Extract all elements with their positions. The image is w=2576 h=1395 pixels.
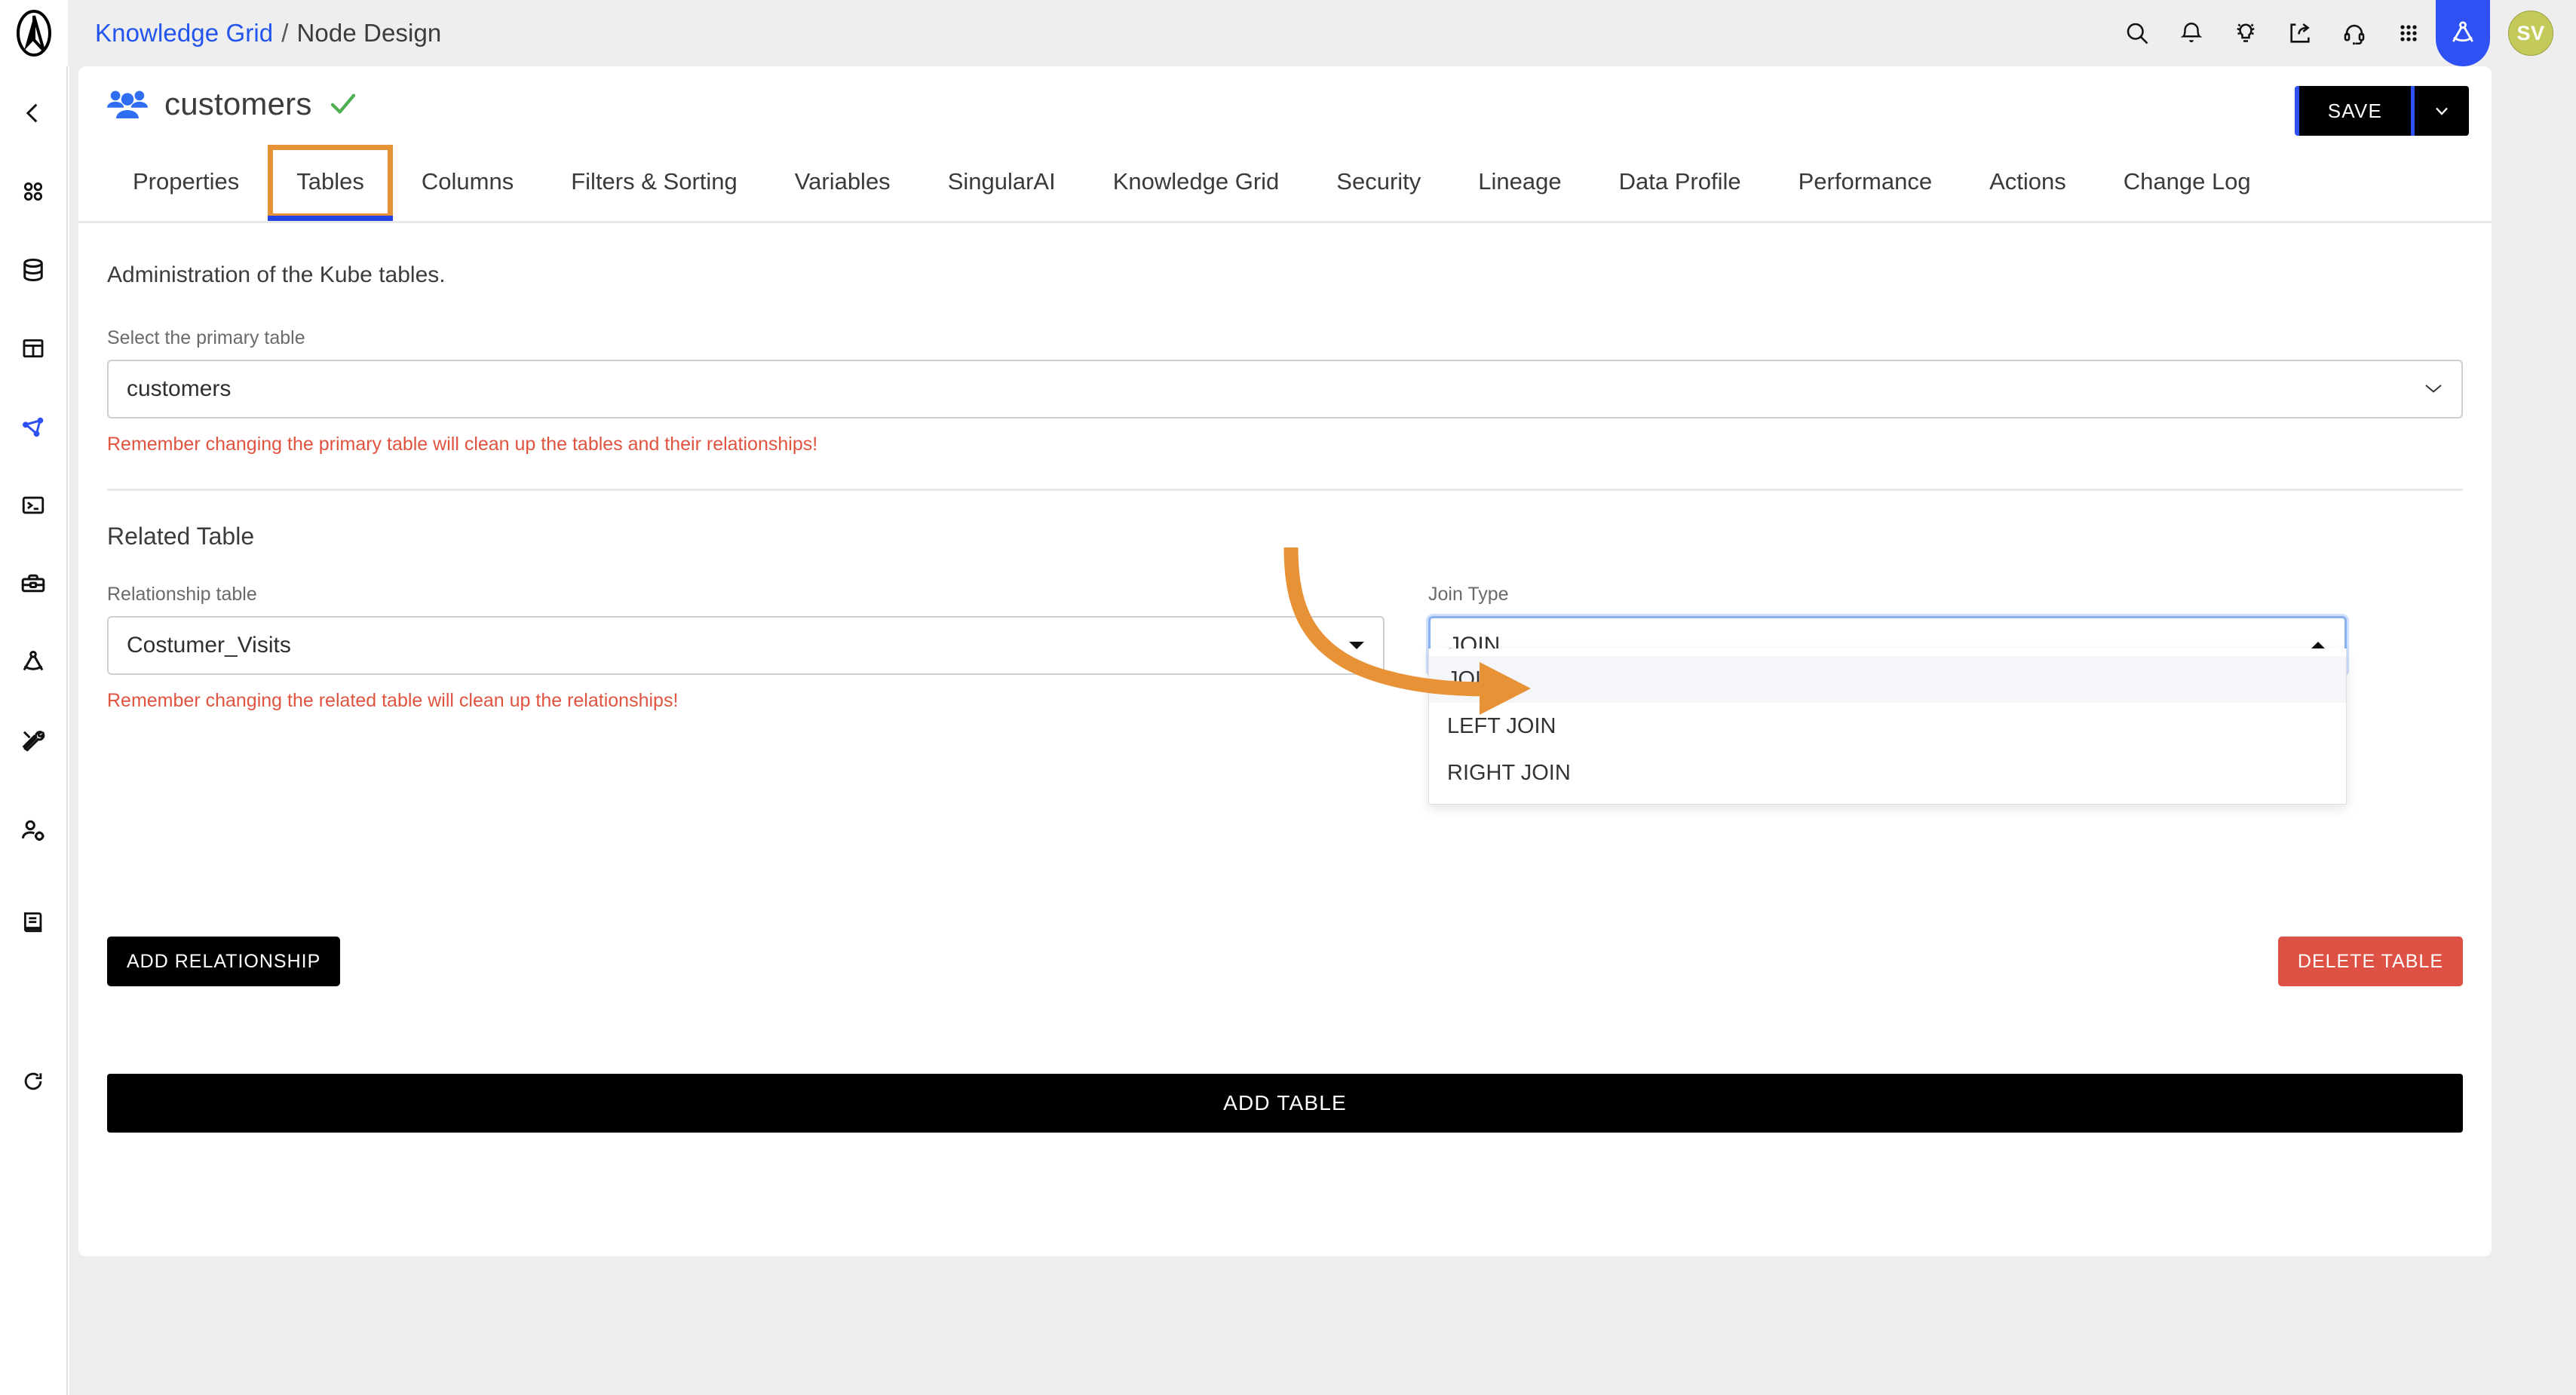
tools-icon[interactable] <box>0 712 67 769</box>
table-actions-row: ADD RELATIONSHIP DELETE TABLE <box>107 937 2463 989</box>
tab-variables[interactable]: Variables <box>766 141 919 222</box>
tab-properties[interactable]: Properties <box>104 141 268 222</box>
chevron-down-icon[interactable] <box>2424 379 2443 399</box>
save-button[interactable]: SAVE <box>2298 86 2411 136</box>
join-type-option-left-join[interactable]: LEFT JOIN <box>1429 703 2346 750</box>
relationship-table-field: Relationship table Costumer_Visits Remem… <box>107 584 1385 712</box>
toolbox-icon[interactable] <box>0 555 67 612</box>
tab-security[interactable]: Security <box>1308 141 1449 222</box>
tab-tables[interactable]: Tables <box>268 144 393 221</box>
database-icon[interactable] <box>0 241 67 299</box>
join-type-label: Join Type <box>1428 584 1509 605</box>
join-type-dropdown-list: JOIN LEFT JOIN RIGHT JOIN <box>1428 648 2347 805</box>
app-logo-icon[interactable] <box>0 0 68 66</box>
left-nav-rail <box>0 66 68 1395</box>
node-design-card: customers SAVE Properties Tables Columns… <box>78 66 2492 1256</box>
primary-table-label: Select the primary table <box>107 327 305 348</box>
support-headset-icon[interactable] <box>2327 0 2381 66</box>
search-icon[interactable] <box>2110 0 2164 66</box>
refresh-icon[interactable] <box>0 1053 67 1110</box>
tables-icon[interactable] <box>0 320 67 377</box>
dashboard-icon[interactable] <box>0 163 67 220</box>
tab-change-log[interactable]: Change Log <box>2095 141 2280 222</box>
collapse-sidebar-icon[interactable] <box>0 84 67 142</box>
panel-description: Administration of the Kube tables. <box>107 262 446 287</box>
related-table-title: Related Table <box>107 523 255 550</box>
add-table-button[interactable]: ADD TABLE <box>107 1074 2463 1133</box>
breadcrumb: Knowledge Grid / Node Design <box>95 19 441 48</box>
tab-data-profile[interactable]: Data Profile <box>1590 141 1770 222</box>
tables-panel: Administration of the Kube tables. Selec… <box>78 223 2492 1133</box>
delete-table-button[interactable]: DELETE TABLE <box>2277 937 2463 986</box>
share-export-icon[interactable] <box>2273 0 2327 66</box>
related-table-row: Relationship table Costumer_Visits Remem… <box>107 584 2463 805</box>
primary-table-select[interactable]: customers <box>107 360 2463 418</box>
join-type-field: Join Type JOIN JOIN LEFT JOIN RIGHT JOIN <box>1428 584 2347 805</box>
app-root: Knowledge Grid / Node Design SV customer… <box>0 0 2576 1395</box>
designer-compass-icon[interactable] <box>0 633 67 691</box>
avatar[interactable]: SV <box>2508 11 2553 56</box>
node-graph-icon[interactable] <box>0 398 67 455</box>
tab-columns[interactable]: Columns <box>393 141 542 222</box>
tab-performance[interactable]: Performance <box>1770 141 1961 222</box>
people-group-icon <box>107 88 148 120</box>
section-divider <box>107 489 2463 491</box>
tab-knowledge-grid[interactable]: Knowledge Grid <box>1084 141 1308 222</box>
chevron-down-icon[interactable] <box>2415 86 2469 136</box>
breadcrumb-root-link[interactable]: Knowledge Grid <box>95 19 273 48</box>
top-bar-actions: SV <box>2110 0 2576 66</box>
designer-compass-icon[interactable] <box>2436 0 2490 66</box>
relationship-table-warning: Remember changing the related table will… <box>107 690 679 711</box>
caret-down-icon[interactable] <box>1348 636 1365 655</box>
insights-lightbulb-icon[interactable] <box>2219 0 2273 66</box>
tab-filters-sorting[interactable]: Filters & Sorting <box>542 141 766 222</box>
breadcrumb-current: Node Design <box>296 19 442 47</box>
tab-singularai[interactable]: SingularAI <box>919 141 1084 222</box>
user-settings-icon[interactable] <box>0 802 67 860</box>
tab-bar: Properties Tables Columns Filters & Sort… <box>78 142 2492 223</box>
card-header: customers SAVE <box>78 66 2492 142</box>
notifications-bell-icon[interactable] <box>2164 0 2219 66</box>
page-title: customers <box>164 86 312 121</box>
relationship-table-select[interactable]: Costumer_Visits <box>107 616 1385 675</box>
add-relationship-button[interactable]: ADD RELATIONSHIP <box>107 937 341 986</box>
apps-grid-icon[interactable] <box>2381 0 2436 66</box>
tab-lineage[interactable]: Lineage <box>1449 141 1590 222</box>
terminal-icon[interactable] <box>0 477 67 534</box>
top-bar: Knowledge Grid / Node Design SV <box>0 0 2576 66</box>
check-valid-icon <box>327 88 359 120</box>
primary-table-value: customers <box>127 376 232 401</box>
docs-book-icon[interactable] <box>0 893 67 950</box>
join-type-option-join[interactable]: JOIN <box>1429 656 2346 703</box>
save-button-group: SAVE <box>2294 86 2469 136</box>
relationship-table-label: Relationship table <box>107 584 257 605</box>
tab-actions[interactable]: Actions <box>1961 141 2095 222</box>
join-type-option-right-join[interactable]: RIGHT JOIN <box>1429 750 2346 796</box>
relationship-table-value: Costumer_Visits <box>127 633 291 658</box>
breadcrumb-separator: / <box>281 19 289 47</box>
primary-table-warning: Remember changing the primary table will… <box>107 434 818 455</box>
